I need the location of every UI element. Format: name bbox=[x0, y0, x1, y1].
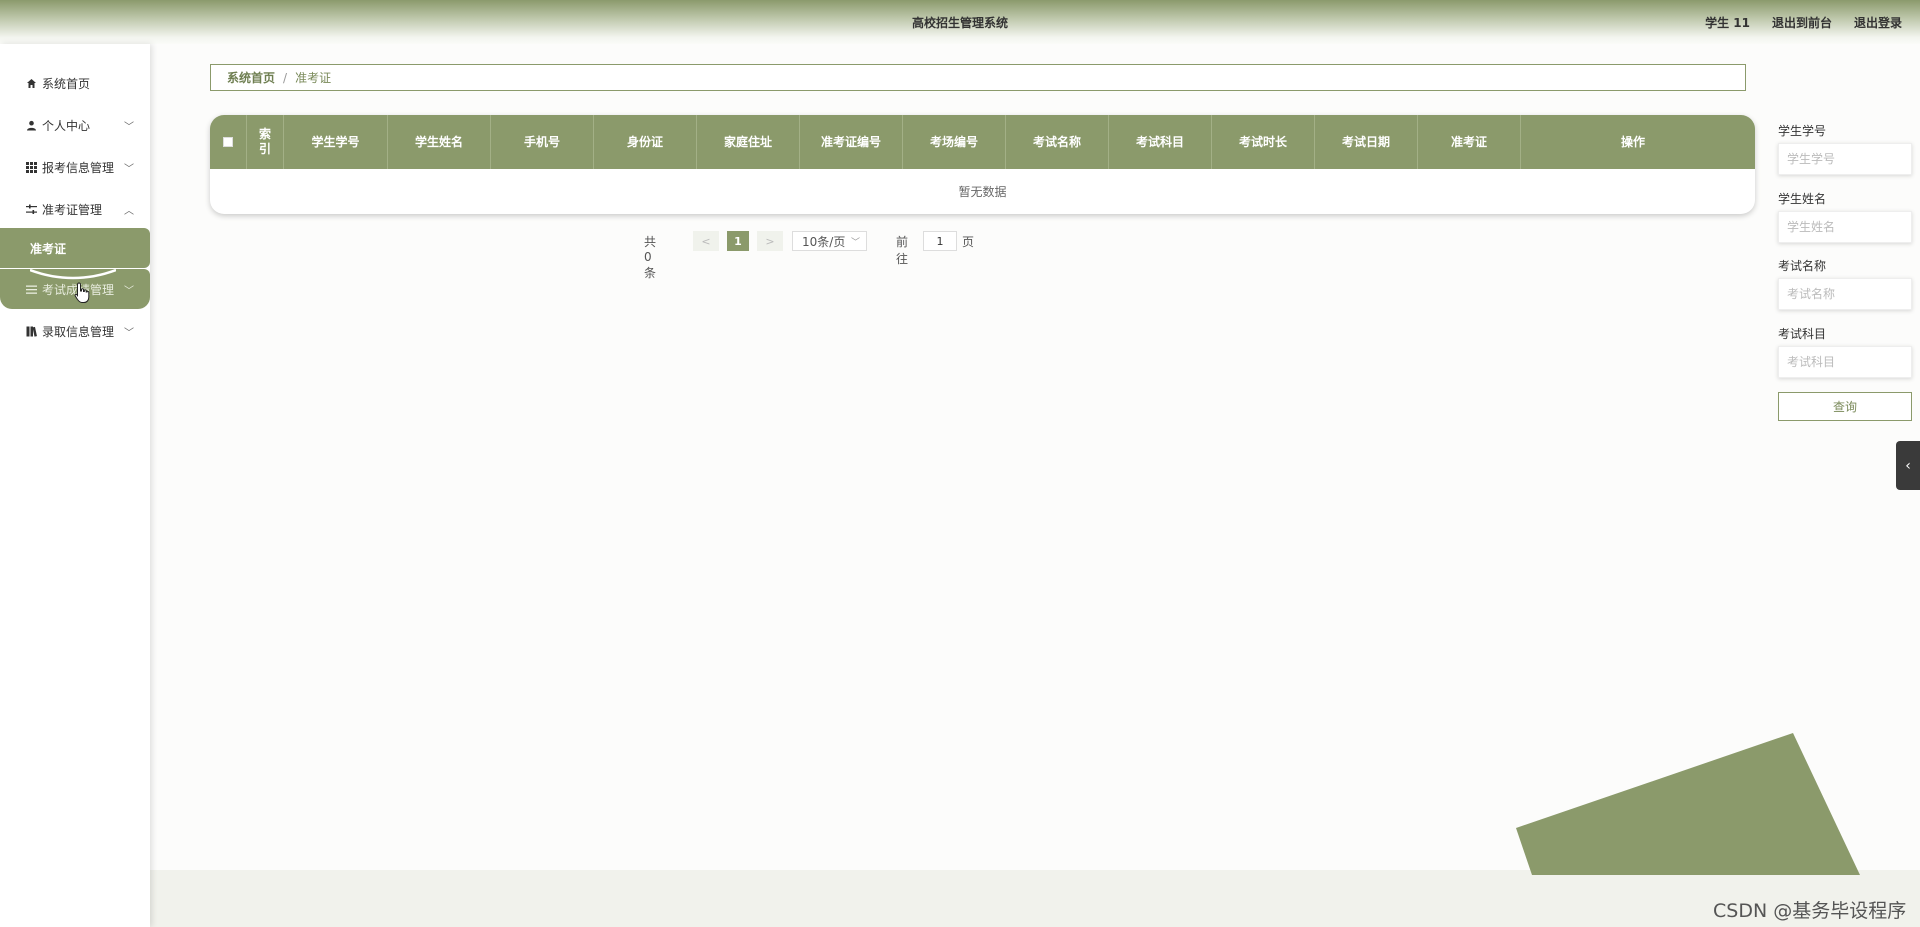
hand-cursor-icon bbox=[74, 282, 90, 303]
prev-page-button[interactable]: < bbox=[693, 231, 719, 251]
column-header-ticket[interactable]: 准考证 bbox=[1418, 115, 1521, 169]
breadcrumb: 系统首页 / 准考证 bbox=[210, 64, 1746, 91]
select-all-checkbox[interactable] bbox=[223, 137, 233, 147]
exam-subject-label: 考试科目 bbox=[1778, 327, 1827, 341]
student-name-input[interactable] bbox=[1778, 211, 1912, 243]
column-header-student-name[interactable]: 学生姓名 bbox=[388, 115, 491, 169]
column-header-exam-date[interactable]: 考试日期 bbox=[1315, 115, 1418, 169]
breadcrumb-separator: / bbox=[283, 70, 288, 85]
back-to-front-link[interactable]: 退出到前台 bbox=[1772, 14, 1832, 31]
footer-band bbox=[150, 870, 1920, 927]
column-header-address[interactable]: 家庭住址 bbox=[697, 115, 800, 169]
breadcrumb-home-link[interactable]: 系统首页 bbox=[227, 69, 275, 86]
sidebar-item-admission-info[interactable]: 录取信息管理 ﹀ bbox=[0, 311, 150, 351]
student-name-label: 学生姓名 bbox=[1778, 192, 1827, 206]
logout-link[interactable]: 退出登录 bbox=[1854, 14, 1902, 31]
search-button[interactable]: 查询 bbox=[1778, 392, 1912, 421]
student-no-label: 学生学号 bbox=[1778, 124, 1827, 138]
select-all-cell bbox=[210, 115, 247, 169]
column-header-phone[interactable]: 手机号 bbox=[491, 115, 594, 169]
sidebar-item-label: 个人中心 bbox=[42, 118, 91, 133]
student-no-input[interactable] bbox=[1778, 143, 1912, 175]
column-header-actions: 操作 bbox=[1620, 134, 1645, 149]
chevron-up-icon: ︿ bbox=[124, 206, 134, 217]
chevron-down-icon: ﹀ bbox=[124, 164, 134, 175]
column-header-index-line1: 索 bbox=[258, 127, 271, 141]
sidebar-item-label: 准考证 bbox=[30, 241, 67, 256]
sidebar-item-label: 录取信息管理 bbox=[42, 324, 115, 339]
column-header-exam-room[interactable]: 考场编号 bbox=[903, 115, 1006, 169]
sidebar-item-label: 系统首页 bbox=[42, 76, 91, 91]
page-number-button[interactable]: 1 bbox=[727, 231, 749, 251]
book-icon bbox=[24, 324, 38, 338]
column-header-index: 索 引 bbox=[247, 115, 284, 169]
column-header-id-card[interactable]: 身份证 bbox=[594, 115, 697, 169]
sidebar-subitem-admission-ticket[interactable]: 准考证 bbox=[0, 228, 150, 268]
chevron-down-icon: ﹀ bbox=[850, 238, 860, 248]
page-size-select[interactable]: 10条/页 ﹀ bbox=[792, 231, 867, 251]
data-table: 索 引 学生学号 学生姓名 手机号 身份证 家庭住址 准考证编号 考场编号 考试… bbox=[210, 115, 1755, 214]
person-icon bbox=[24, 118, 38, 132]
exam-name-input[interactable] bbox=[1778, 278, 1912, 310]
column-header-ticket-no[interactable]: 准考证编号 bbox=[800, 115, 903, 169]
sidebar-item-application-info[interactable]: 报考信息管理 ﹀ bbox=[0, 147, 150, 187]
home-icon bbox=[24, 76, 38, 90]
grid-icon bbox=[24, 160, 38, 174]
watermark: CSDN @基务毕设程序 bbox=[1713, 900, 1907, 922]
menu-hover-wave bbox=[30, 268, 116, 280]
sidebar-item-home[interactable]: 系统首页 bbox=[0, 63, 150, 103]
sidebar-item-personal-center[interactable]: 个人中心 ﹀ bbox=[0, 105, 150, 145]
pagination-total: 共 0 条 bbox=[644, 235, 657, 280]
app-title: 高校招生管理系统 bbox=[911, 16, 1008, 30]
sidebar-item-label: 准考证管理 bbox=[42, 202, 103, 217]
next-page-button[interactable]: > bbox=[757, 231, 783, 251]
page-unit-label: 页 bbox=[962, 235, 975, 249]
sidebar-item-label: 报考信息管理 bbox=[42, 160, 115, 175]
table-header: 索 引 学生学号 学生姓名 手机号 身份证 家庭住址 准考证编号 考场编号 考试… bbox=[210, 115, 1755, 169]
exam-subject-input[interactable] bbox=[1778, 346, 1912, 378]
column-header-exam-duration[interactable]: 考试时长 bbox=[1212, 115, 1315, 169]
list-icon bbox=[24, 282, 38, 296]
goto-page-input[interactable] bbox=[923, 231, 957, 251]
breadcrumb-current: 准考证 bbox=[295, 71, 332, 85]
chevron-down-icon: ﹀ bbox=[124, 328, 134, 339]
sidebar-item-admission-ticket-mgmt[interactable]: 准考证管理 ︿ bbox=[0, 189, 150, 229]
exam-name-label: 考试名称 bbox=[1778, 259, 1827, 273]
column-header-exam-name[interactable]: 考试名称 bbox=[1006, 115, 1109, 169]
goto-label: 前往 bbox=[896, 235, 909, 266]
page-size-value: 10条/页 bbox=[802, 234, 846, 249]
column-header-index-line2: 引 bbox=[258, 142, 271, 156]
current-user: 学生 11 bbox=[1705, 16, 1750, 30]
column-header-student-no[interactable]: 学生学号 bbox=[284, 115, 388, 169]
top-header: 高校招生管理系统 学生 11 退出到前台 退出登录 bbox=[0, 0, 1920, 44]
chevron-down-icon: ﹀ bbox=[124, 122, 134, 133]
column-header-exam-subject[interactable]: 考试科目 bbox=[1109, 115, 1212, 169]
chevron-left-icon[interactable]: ‹ bbox=[1896, 441, 1920, 490]
sidebar: 系统首页 个人中心 ﹀ 报考信息管理 ﹀ 准考证管理 ︿ 准考证 考试成绩管理 … bbox=[0, 44, 150, 927]
chevron-down-icon: ﹀ bbox=[124, 286, 134, 297]
empty-state-text: 暂无数据 bbox=[958, 185, 1007, 199]
sliders-icon bbox=[24, 202, 38, 216]
